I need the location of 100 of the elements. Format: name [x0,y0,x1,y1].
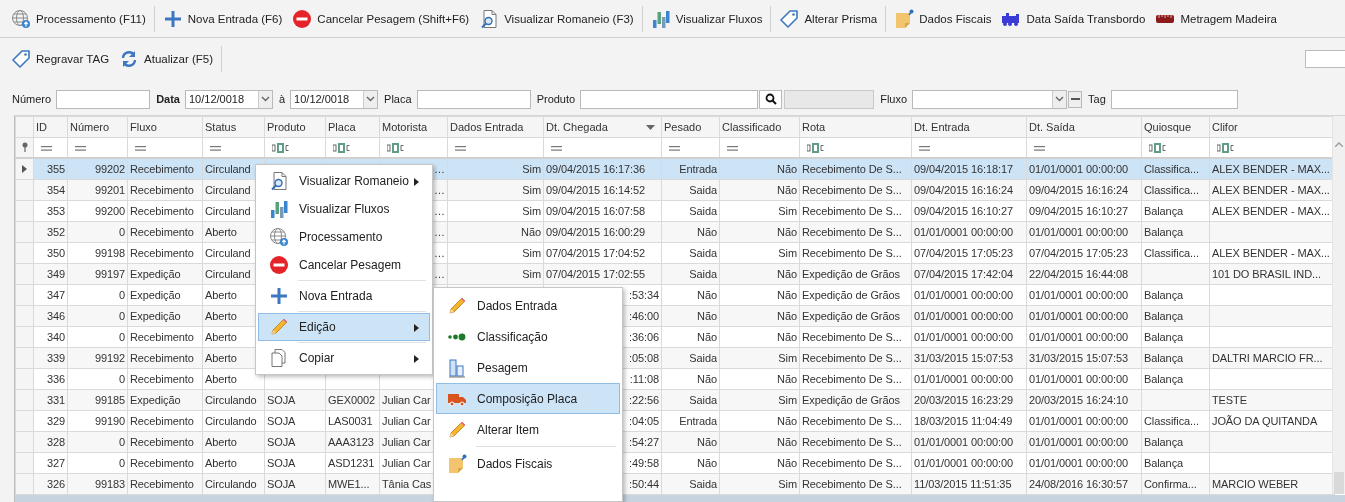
table-cell: Sim [522,247,541,259]
toolbar-button[interactable]: Regravar TAG [6,45,115,73]
table-cell: 01/01/0001 00:00:00 [914,331,1014,343]
table-cell: 01/01/0001 00:00:00 [1029,457,1129,469]
dropdown-button[interactable] [363,90,378,108]
column-header[interactable]: Quiosque [1141,116,1210,138]
dropdown-button[interactable] [257,90,272,108]
column-header[interactable]: Rota [799,116,912,138]
table-cell: JOÃO DA QUITANDA [1212,415,1318,427]
menu-item[interactable]: Visualizar Romaneio [258,167,430,195]
column-header[interactable]: Clifor [1209,116,1335,138]
table-cell: 01/01/0001 00:00:00 [914,289,1014,301]
input-field[interactable] [1110,89,1238,109]
table-cell: Recebimento De S... [802,436,902,448]
table-cell: :05:08 [629,352,659,364]
table-cell: Não [777,184,797,196]
scroll-thumb[interactable] [1334,472,1344,494]
menu-item[interactable]: Classificação [436,321,620,352]
table-cell: Aberto [205,352,237,364]
input-field[interactable] [56,89,151,109]
toolbar-button[interactable]: Cancelar Pesagem (Shift+F6) [287,4,475,33]
toolbar-button[interactable]: Processamento (F11) [6,4,151,33]
table-cell: 99201 [94,184,125,196]
table-cell: 01/01/0001 00:00:00 [914,310,1014,322]
table-cell: 99192 [94,352,125,364]
bar-chart-icon [269,199,289,219]
dropdown-field[interactable] [912,89,1068,109]
toolbar-button[interactable]: Alterar Prisma [774,4,883,33]
table-cell: Recebimento De S... [802,205,902,217]
table-cell: 24/08/2016 16:30:57 [1029,478,1129,490]
date-field[interactable]: 10/12/0018 [184,89,273,109]
column-header[interactable]: Fluxo [127,116,203,138]
column-header[interactable]: Número [67,116,128,138]
table-cell: Recebimento De S... [802,373,902,385]
row-indicator-icon [22,165,27,173]
column-header[interactable]: Pesado [661,116,720,138]
toolbar-button[interactable]: Nova Entrada (F6) [157,4,288,33]
column-header[interactable]: Motorista [379,116,448,138]
table-cell: TESTE [1212,394,1247,406]
menu-item[interactable]: Edição [258,313,430,341]
column-header[interactable]: Produto [264,116,326,138]
globe-icon [11,8,31,29]
text-filter-icon [1217,143,1234,154]
table-cell: 01/01/0001 00:00:00 [914,436,1014,448]
clear-button[interactable] [1068,90,1083,108]
column-header[interactable]: ID [33,116,68,138]
table-cell: 09/04/2015 16:10:27 [1029,205,1129,217]
table-cell: Não [777,415,797,427]
toolbar-button[interactable]: Data Saída Transbordo [996,4,1151,33]
column-header[interactable]: Dt. Saída [1026,116,1142,138]
table-cell: 0 [118,457,125,469]
table-cell: Circulando [205,478,257,490]
table-cell: SOJA [267,415,296,427]
table-cell: 0 [118,331,125,343]
column-header[interactable]: Dados Entrada [447,116,544,138]
menu-item[interactable]: Composição Placa [436,383,620,414]
table-cell: 336 [46,373,65,385]
table-cell: 355 [46,163,65,175]
table-cell: MARCIO WEBER [1212,478,1299,490]
table-cell: Balança [1144,205,1184,217]
table-cell: Aberto [205,373,237,385]
toolbar-button[interactable]: Visualizar Fluxos [645,4,768,33]
search-button[interactable] [759,89,783,109]
menu-item[interactable]: Cancelar Pesagem [258,251,430,279]
table-cell: 09/04/2015 16:16:24 [914,184,1014,196]
toolbar-button[interactable]: Atualizar (F5) [114,45,219,73]
table-cell: :49:58 [629,457,659,469]
table-cell: 09/04/2015 16:17:36 [546,163,646,175]
menu-item[interactable]: Processamento [258,223,430,251]
menu-item[interactable]: Copiar [258,344,430,372]
column-header[interactable]: Placa [325,116,380,138]
toolbar-button[interactable]: Visualizar Romaneio (F3) [474,4,639,33]
table-cell: 07/04/2015 17:05:23 [1029,247,1129,259]
column-header[interactable]: Dt. Entrada [911,116,1027,138]
table-cell: Classifica... [1144,415,1199,427]
menu-item[interactable]: Dados Entrada [436,290,620,321]
row-indicator[interactable] [15,158,34,180]
table-cell: 09/04/2015 16:07:58 [546,205,646,217]
input-field[interactable] [1305,50,1345,68]
date-field[interactable]: 10/12/0018 [290,89,379,109]
table-cell: 327 [46,457,65,469]
input-field[interactable] [416,89,531,109]
table-cell: Balança [1144,352,1184,364]
menu-item[interactable]: Nova Entrada [258,282,430,310]
input-field[interactable] [580,89,759,109]
toolbar-button[interactable]: Dados Fiscais [889,4,997,33]
column-header[interactable]: Status [202,116,265,138]
table-cell: Balança [1144,310,1184,322]
table-cell: 18/03/2015 11:04:49 [914,415,1013,427]
menu-item[interactable]: Visualizar Fluxos [258,195,430,223]
column-header[interactable]: Classificado [719,116,800,138]
menu-item[interactable]: Alterar Item [436,414,620,445]
table-cell: Recebimento [130,205,194,217]
scrollbar[interactable] [1332,116,1345,494]
toolbar-button[interactable]: Metragem Madeira [1150,4,1282,33]
table-cell: Recebimento De S... [802,184,902,196]
dropdown-button[interactable] [1052,90,1067,108]
column-header[interactable]: Dt. Chegada [543,116,662,138]
menu-item[interactable]: Dados Fiscais [436,448,620,479]
menu-item[interactable]: Pesagem [436,352,620,383]
